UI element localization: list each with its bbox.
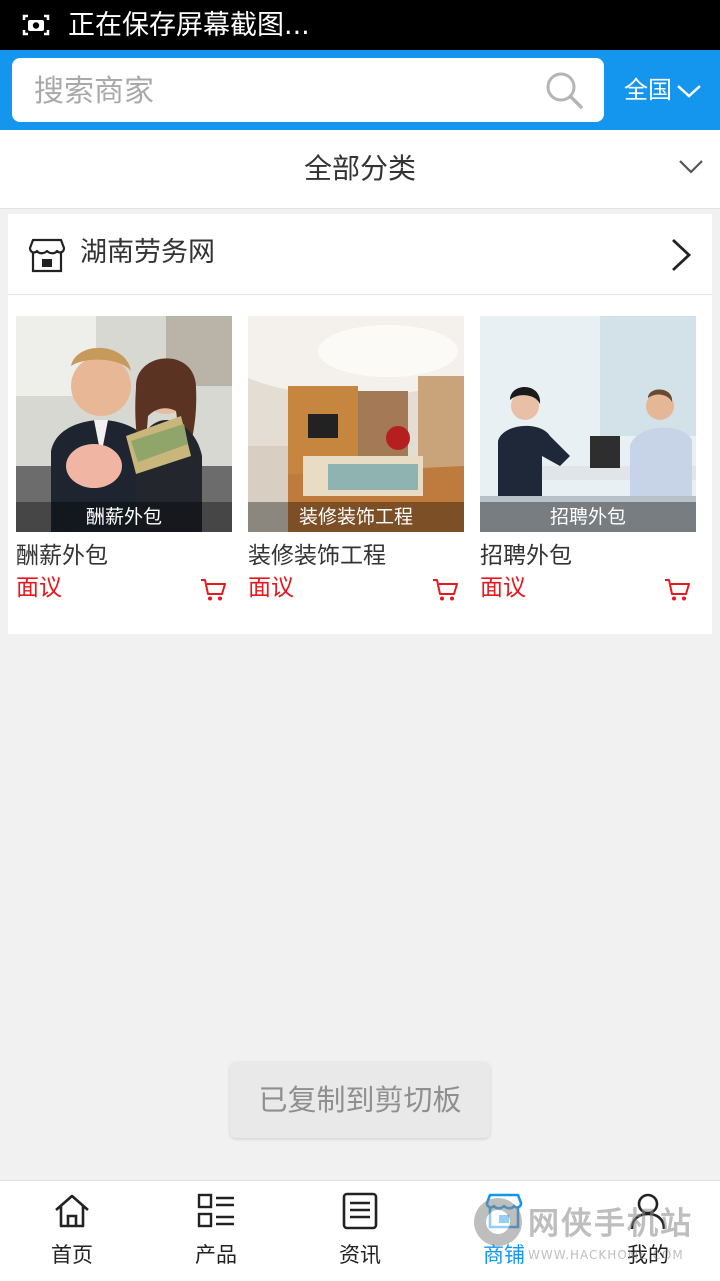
chevron-down-icon [677, 85, 701, 98]
tab-home-label: 首页 [51, 1243, 93, 1267]
search-box[interactable] [12, 58, 604, 122]
region-selector[interactable]: 全国 [624, 72, 702, 108]
chevron-down-icon [679, 160, 703, 174]
product-price: 面议 [248, 575, 294, 601]
product-image[interactable]: 装修装饰工程 [248, 316, 464, 532]
top-bar: 全国 [0, 50, 720, 130]
tab-news[interactable]: 资讯 [288, 1181, 432, 1281]
chevron-right-icon[interactable] [670, 238, 692, 272]
tab-news-label: 资讯 [339, 1243, 381, 1267]
product-image[interactable]: 酬薪外包 [16, 316, 232, 532]
product-photo-recruiting [480, 316, 696, 532]
status-text: 正在保存屏幕截图... [68, 10, 310, 41]
product-price: 面议 [480, 575, 526, 601]
status-bar: 正在保存屏幕截图... [0, 0, 720, 50]
product-item[interactable]: 招聘外包 招聘外包 面议 [480, 316, 696, 601]
product-item[interactable]: 装修装饰工程 装修装饰工程 面议 [248, 316, 464, 601]
product-image-caption: 招聘外包 [480, 502, 696, 532]
store-icon [28, 238, 66, 273]
cart-icon[interactable] [432, 578, 458, 602]
tab-products[interactable]: 产品 [144, 1181, 288, 1281]
product-title[interactable]: 酬薪外包 [16, 540, 108, 572]
news-icon [342, 1192, 378, 1230]
product-photo-salary [16, 316, 232, 532]
product-image-caption: 装修装饰工程 [248, 502, 464, 532]
product-title[interactable]: 招聘外包 [480, 540, 572, 572]
watermark: 网侠手机站 WWW.HACKHOME.COM [470, 1186, 720, 1280]
product-item[interactable]: 酬薪外包 酬薪外包 面议 [16, 316, 232, 601]
product-image-caption: 酬薪外包 [16, 502, 232, 532]
cart-icon[interactable] [200, 578, 226, 602]
toast-message: 已复制到剪切板 [230, 1062, 490, 1138]
shop-card: 湖南劳务网 酬薪外包 酬薪外包 面议 装修装饰工程 装修装饰工程 面议 招聘外包… [8, 214, 712, 634]
watermark-url: WWW.HACKHOME.COM [528, 1248, 684, 1262]
product-image[interactable]: 招聘外包 [480, 316, 696, 532]
search-input[interactable] [32, 70, 536, 112]
screenshot-icon [22, 14, 50, 36]
product-list-icon [197, 1193, 234, 1228]
product-title[interactable]: 装修装饰工程 [248, 540, 386, 572]
category-label: 全部分类 [303, 152, 416, 185]
home-icon [55, 1194, 89, 1228]
search-icon[interactable] [544, 70, 584, 110]
product-price: 面议 [16, 575, 62, 601]
tab-products-label: 产品 [195, 1243, 237, 1267]
product-photo-interior [248, 316, 464, 532]
cart-icon[interactable] [664, 578, 690, 602]
category-filter[interactable]: 全部分类 [0, 130, 720, 209]
watermark-text: 网侠手机站 [528, 1206, 693, 1242]
shop-name: 湖南劳务网 [80, 237, 215, 268]
shop-header[interactable]: 湖南劳务网 [8, 214, 712, 295]
watermark-logo-icon [474, 1198, 522, 1246]
region-label: 全国 [624, 76, 672, 104]
tab-home[interactable]: 首页 [0, 1181, 144, 1281]
